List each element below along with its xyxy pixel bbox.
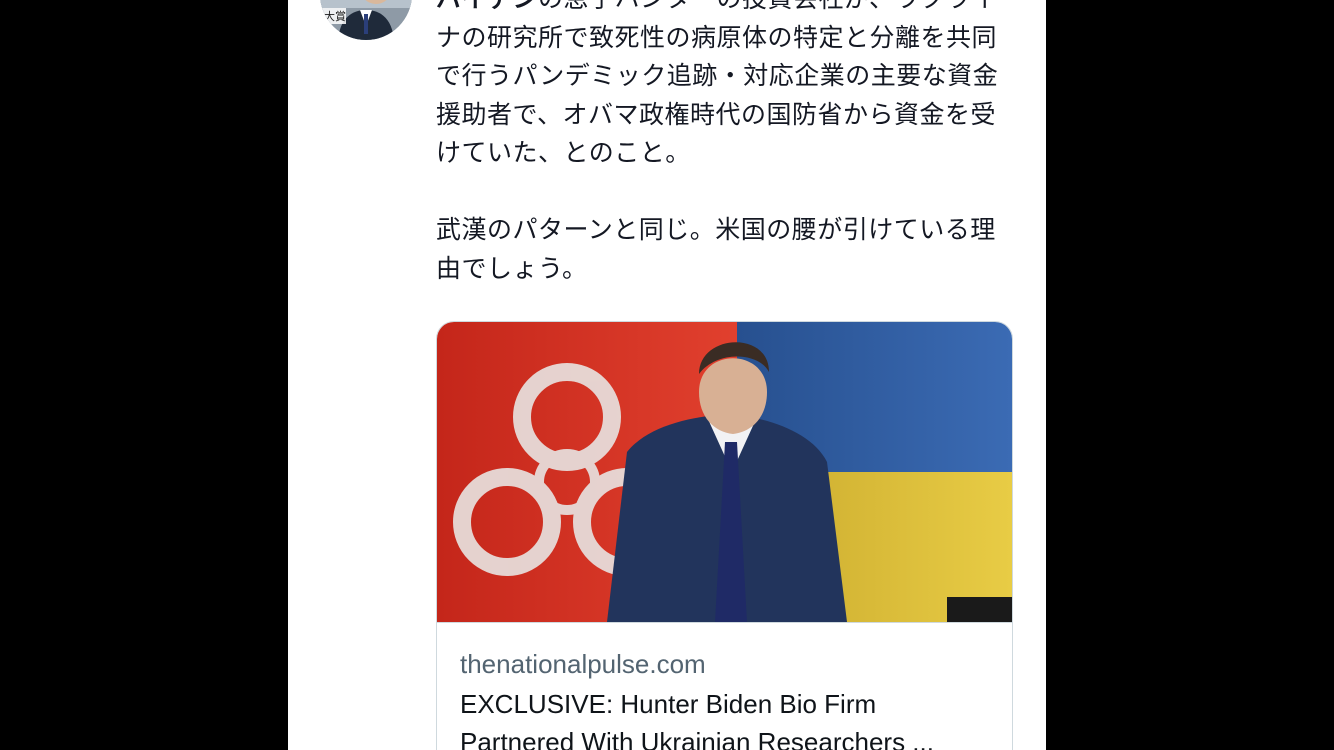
link-card-title[interactable]: EXCLUSIVE: Hunter Biden Bio Firm Partner… xyxy=(460,685,990,750)
tweet-paragraph-2: 武漢のパターンと同じ。米国の腰が引けている理由でしょう。 xyxy=(436,215,996,283)
tweet-text: バイデンの息子ハンターの投資会社が、ウクライナの研究所で致死性の病原体の特定と分… xyxy=(436,0,1016,288)
link-card[interactable]: thenationalpulse.com EXCLUSIVE: Hunter B… xyxy=(436,321,1013,750)
avatar[interactable]: 大賞 xyxy=(320,0,412,40)
avatar-photo: 大賞 xyxy=(320,0,412,40)
tweet-author-mention: バイデン xyxy=(436,0,538,13)
card-illustration xyxy=(437,322,1012,622)
avatar-badge: 大賞 xyxy=(324,9,346,23)
link-card-image xyxy=(437,322,1012,623)
tweet-paragraph-1: バイデンの息子ハンターの投資会社が、ウクライナの研究所で致死性の病原体の特定と分… xyxy=(436,0,1016,173)
tweet-panel: 大賞 バイデンの息子ハンターの投資会社が、ウクライナの研究所で致死性の病原体の特… xyxy=(288,0,1046,750)
tweet-body-1: の息子ハンターの投資会社が、ウクライナの研究所で致死性の病原体の特定と分離を共同… xyxy=(436,0,999,167)
link-card-domain: thenationalpulse.com xyxy=(460,649,706,679)
screen: 大賞 バイデンの息子ハンターの投資会社が、ウクライナの研究所で致死性の病原体の特… xyxy=(0,0,1334,750)
